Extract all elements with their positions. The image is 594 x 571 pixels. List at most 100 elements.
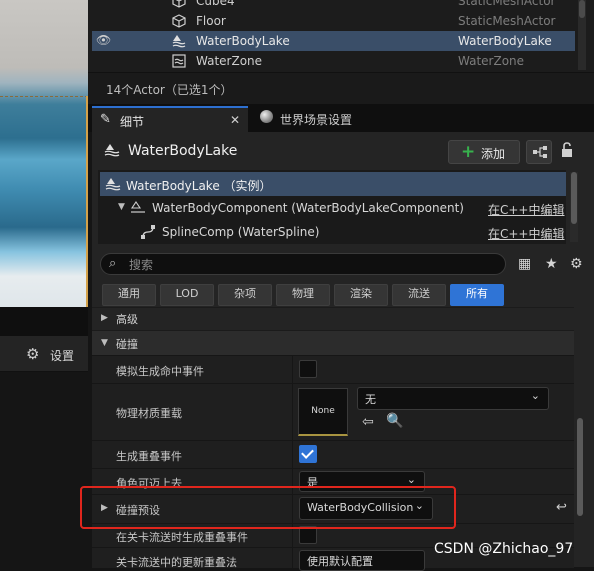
category-advanced[interactable]: ▶ 高级 — [92, 307, 574, 330]
selection-dashed-line — [0, 96, 88, 97]
gear-icon: ⚙ — [26, 345, 40, 363]
left-empty-panel — [0, 373, 88, 567]
blueprint-icon — [533, 146, 547, 158]
component-tree-scrollbar[interactable] — [570, 172, 578, 242]
edit-in-cpp-link[interactable]: 在C++中编辑 — [488, 201, 565, 218]
outliner-row-name: Floor — [196, 14, 226, 28]
outliner-row-type: WaterZone — [458, 54, 525, 68]
details-search[interactable]: ⌕ — [100, 253, 506, 275]
category-collision[interactable]: ▼ 碰撞 — [92, 330, 574, 355]
close-icon[interactable]: ✕ — [230, 113, 240, 127]
tab-details[interactable]: ✎ 细节 ✕ — [92, 106, 248, 134]
water-component-icon — [130, 201, 145, 213]
component-row[interactable]: ▼ WaterBodyComponent (WaterBodyLakeCompo… — [100, 196, 566, 220]
add-button-label: 添加 — [481, 147, 506, 161]
scrollbar-thumb[interactable] — [577, 418, 583, 516]
chevron-down-icon: ⌄ — [530, 389, 540, 402]
outliner-row-type: WaterBodyLake — [458, 34, 552, 48]
globe-icon — [260, 110, 273, 123]
property-label: 物理材质重载 — [116, 407, 182, 420]
property-label: 在关卡流送时生成重叠事件 — [116, 531, 248, 544]
actor-count-text: 14个Actor（已选1个） — [106, 83, 233, 97]
spline-icon — [141, 225, 155, 239]
property-label: 生成重叠事件 — [116, 450, 182, 463]
edit-in-cpp-link[interactable]: 在C++中编辑 — [488, 225, 565, 242]
settings-label: 设置 — [50, 349, 75, 363]
material-thumb-label: None — [311, 406, 335, 416]
category-label: 碰撞 — [116, 338, 138, 351]
water-zone-icon — [172, 54, 186, 68]
sim-hit-events-checkbox[interactable] — [299, 360, 317, 378]
outliner-row[interactable]: Floor StaticMeshActor — [92, 11, 575, 31]
panel-tab-bar: ✎ 细节 ✕ 世界场景设置 — [88, 104, 594, 134]
outliner-scrollbar[interactable] — [578, 0, 586, 70]
component-row[interactable]: SplineComp (WaterSpline) 在C++中编辑 — [100, 220, 566, 244]
outliner-row[interactable]: WaterZone WaterZone — [92, 51, 575, 71]
tab-world-settings-label: 世界场景设置 — [280, 113, 353, 127]
category-label: 高级 — [116, 313, 138, 326]
outliner-row[interactable]: Cube4 StaticMeshActor — [92, 0, 575, 11]
component-row-root[interactable]: WaterBodyLake （实例） — [100, 172, 566, 196]
outliner-row-name: WaterBodyLake — [196, 34, 290, 48]
use-selected-asset-icon[interactable]: ⇦ — [362, 414, 374, 430]
table-view-icon[interactable]: ▦ — [518, 256, 531, 272]
tab-details-label: 细节 — [120, 115, 145, 129]
property-row: 生成重叠事件 — [92, 440, 574, 468]
cube-icon — [172, 14, 186, 28]
red-highlight-box — [80, 486, 456, 529]
search-input[interactable] — [127, 256, 491, 274]
filter-all[interactable]: 所有 — [450, 284, 504, 306]
water-icon — [105, 178, 121, 191]
collapse-arrow-icon: ▼ — [101, 338, 108, 348]
details-scrollbar[interactable] — [574, 308, 586, 567]
watermark: CSDN @Zhichao_97 — [434, 541, 574, 557]
tab-world-settings[interactable]: 世界场景设置 — [252, 106, 402, 132]
filter-physics[interactable]: 物理 — [276, 284, 330, 306]
viewport-bottom-bar — [0, 307, 88, 336]
actor-count-bar: 14个Actor（已选1个） — [88, 72, 594, 104]
dropdown-value: 无 — [365, 393, 376, 406]
level-streaming-overlap-dropdown[interactable]: 使用默认配置 — [299, 550, 425, 571]
scrollbar-thumb[interactable] — [579, 0, 585, 18]
property-label: 关卡流送中的更新重叠法 — [116, 556, 237, 569]
outliner-row-name: Cube4 — [196, 0, 235, 8]
add-component-button[interactable]: + 添加 — [448, 140, 520, 164]
filter-lod[interactable]: LOD — [160, 284, 214, 306]
filter-misc[interactable]: 杂项 — [218, 284, 272, 306]
filter-general[interactable]: 通用 — [102, 284, 156, 306]
outliner-row-type: StaticMeshActor — [458, 0, 556, 8]
gear-icon[interactable]: ⚙ — [570, 256, 583, 272]
expand-arrow-icon[interactable]: ▼ — [118, 202, 125, 212]
water-icon — [104, 144, 120, 157]
component-name: SplineComp (WaterSpline) — [162, 225, 320, 239]
filter-rendering[interactable]: 渲染 — [334, 284, 388, 306]
blueprint-button[interactable] — [526, 140, 552, 164]
gen-overlap-events-checkbox[interactable] — [299, 445, 317, 463]
reset-to-default-icon[interactable]: ↩ — [556, 500, 567, 515]
water-icon — [172, 35, 186, 48]
search-icon: ⌕ — [109, 256, 117, 271]
settings-bar[interactable]: ⚙ 设置 — [0, 336, 88, 372]
favorite-star-icon[interactable]: ★ — [545, 256, 558, 272]
browse-asset-icon[interactable]: 🔍 — [386, 413, 403, 429]
outliner-row-type: StaticMeshActor — [458, 14, 556, 28]
expand-arrow-icon: ▶ — [101, 313, 108, 323]
actor-title: WaterBodyLake — [128, 143, 238, 159]
level-viewport[interactable] — [0, 0, 88, 307]
cube-icon — [172, 0, 186, 8]
property-row: 模拟生成命中事件 — [92, 355, 574, 383]
property-label: 模拟生成命中事件 — [116, 365, 204, 378]
outliner-row-name: WaterZone — [196, 54, 263, 68]
filter-streaming[interactable]: 流送 — [392, 284, 446, 306]
pencil-icon: ✎ — [100, 112, 111, 127]
plus-icon: + — [461, 142, 476, 162]
scrollbar-thumb[interactable] — [571, 172, 577, 224]
visibility-eye-icon[interactable]: 👁 — [96, 33, 111, 47]
material-thumbnail[interactable]: None — [298, 388, 348, 436]
chevron-down-icon: ⌄ — [406, 473, 416, 486]
component-name: WaterBodyComponent (WaterBodyLakeCompone… — [152, 201, 464, 215]
lock-icon[interactable] — [560, 142, 580, 162]
component-name: WaterBodyLake （实例） — [126, 179, 272, 193]
outliner-row-selected[interactable]: 👁 WaterBodyLake WaterBodyLake — [92, 31, 575, 51]
phys-material-dropdown[interactable]: 无 ⌄ — [357, 387, 549, 410]
